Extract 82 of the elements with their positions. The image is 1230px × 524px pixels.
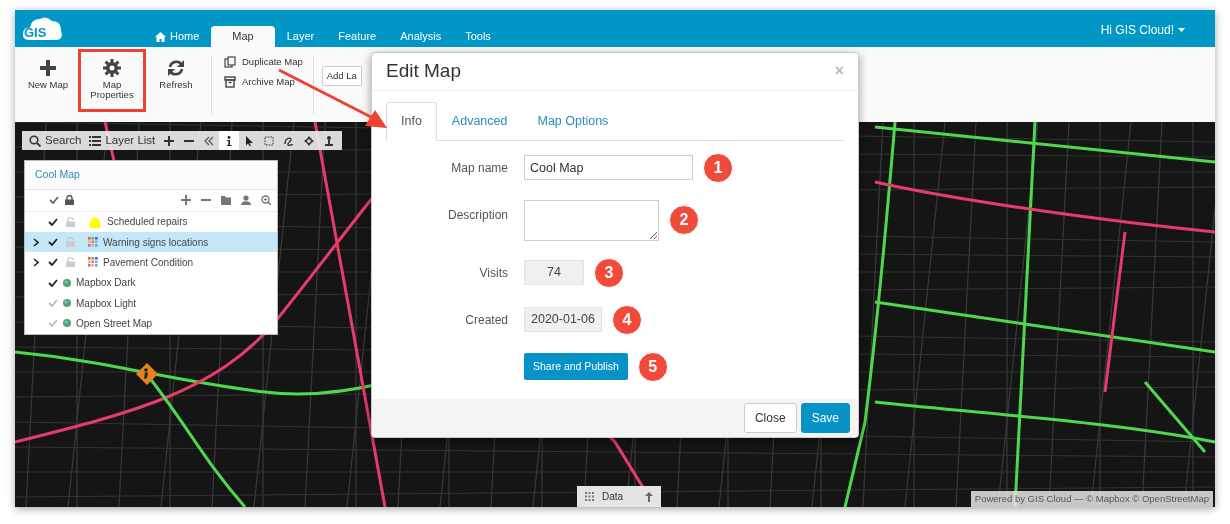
globe-icon <box>63 299 71 308</box>
field-label: Description <box>446 206 508 224</box>
layer-name: Pavement Condition <box>103 256 194 270</box>
description-field[interactable] <box>524 199 659 241</box>
expand-icon[interactable] <box>33 258 39 267</box>
move-icon <box>304 135 315 146</box>
globe-icon <box>63 278 71 287</box>
layer-row[interactable]: Mapbox Dark <box>25 272 277 293</box>
check-icon[interactable] <box>48 217 58 226</box>
search-button[interactable]: Search <box>25 131 86 150</box>
dialog-title: Edit Map <box>386 59 461 84</box>
callout-badge: 5 <box>637 351 668 382</box>
check-icon <box>49 196 59 205</box>
ribbon-button[interactable]: Refresh <box>147 52 205 90</box>
layer-name: Mapbox Dark <box>76 276 136 291</box>
info-icon <box>224 135 235 146</box>
refresh-icon <box>167 59 185 77</box>
caret-icon <box>1178 28 1185 32</box>
readonly-field: 2020-01-06 <box>524 307 602 332</box>
layer-name: Scheduled repairs <box>107 215 188 230</box>
list-icon <box>89 135 102 146</box>
readonly-field: 74 <box>524 260 584 285</box>
settings-icon <box>103 59 121 77</box>
add-icon[interactable] <box>181 195 191 206</box>
map-tool-button[interactable] <box>219 131 240 150</box>
user-icon[interactable] <box>241 195 251 206</box>
point-symbols-icon <box>88 237 98 248</box>
nav-tab[interactable]: Map <box>211 26 275 47</box>
layer-row[interactable]: Mapbox Light <box>25 292 277 314</box>
up-arrow-icon <box>645 491 654 502</box>
globe-icon <box>63 319 71 328</box>
check-icon[interactable] <box>48 278 58 287</box>
selection-icon <box>264 135 275 146</box>
close-button[interactable]: Close <box>743 402 797 433</box>
pin-icon <box>324 135 335 146</box>
add-layer-button[interactable]: Add La <box>321 66 362 87</box>
search-icon <box>29 134 41 147</box>
layer-row[interactable]: Scheduled repairs <box>25 211 277 233</box>
check-icon[interactable] <box>48 258 58 267</box>
zoom-icon[interactable] <box>261 195 271 206</box>
callout-badge: 4 <box>611 304 642 335</box>
plus-icon <box>39 59 57 77</box>
grid-icon <box>585 492 594 501</box>
dialog-tab[interactable]: Advanced <box>436 101 523 141</box>
warning-sign-icon <box>136 363 158 385</box>
callout-badge: 2 <box>669 204 699 235</box>
layer-row[interactable]: Pavement Condition <box>25 252 277 273</box>
dialog-tab[interactable]: Map Options <box>522 101 624 141</box>
layer-list-button[interactable]: Layer List <box>85 131 160 150</box>
layer-row[interactable]: Open Street Map <box>25 313 277 334</box>
layer-name: Mapbox Light <box>76 296 137 311</box>
field-label: Visits <box>478 264 508 282</box>
callout-badge: 1 <box>703 152 733 183</box>
lasso-icon <box>284 135 295 146</box>
logo-text: GIS <box>24 26 47 39</box>
folder-icon[interactable] <box>221 195 231 206</box>
ribbon-button[interactable]: New Map <box>19 52 77 90</box>
check-icon[interactable] <box>48 319 58 328</box>
point-symbols-icon <box>88 257 98 268</box>
field-label: Created <box>464 311 508 329</box>
ribbon-button[interactable]: Map Properties <box>81 52 143 109</box>
expand-icon[interactable] <box>33 237 39 247</box>
callout-badge: 3 <box>594 257 624 288</box>
field-label: Map name <box>450 159 508 177</box>
layer-row[interactable]: Warning signs locations <box>25 232 277 253</box>
check-icon[interactable] <box>48 238 58 247</box>
lock-icon <box>65 195 74 206</box>
ribbon-action[interactable]: Duplicate Map <box>220 54 307 71</box>
ribbon-action[interactable]: Archive Map <box>220 74 307 91</box>
home-icon <box>155 31 166 42</box>
copy-icon <box>224 56 236 69</box>
dialog-tab[interactable]: Info <box>386 101 437 141</box>
collapse-icon <box>204 135 215 146</box>
archive-icon <box>224 76 236 89</box>
check-icon[interactable] <box>48 299 58 308</box>
layer-name: Warning signs locations <box>103 235 209 250</box>
zoom-in-icon <box>164 135 175 146</box>
layer-name: Open Street Map <box>76 316 153 331</box>
pointer-icon <box>244 135 255 146</box>
data-tab[interactable]: Data <box>577 486 662 507</box>
text-field[interactable]: Cool Map <box>524 155 693 180</box>
polygon-symbol-icon <box>88 215 102 228</box>
